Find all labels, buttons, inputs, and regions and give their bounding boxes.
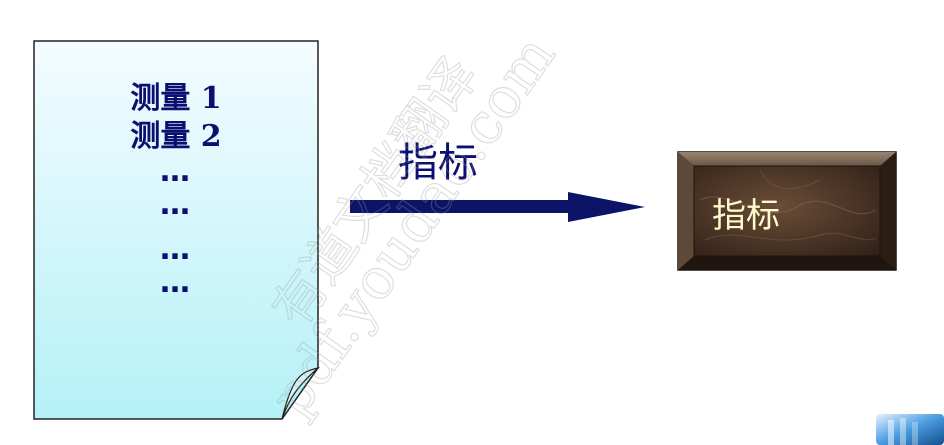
- corner-logo-icon: [876, 414, 944, 445]
- target-box: [677, 151, 897, 271]
- target-label: 指标: [712, 196, 780, 236]
- diagram-canvas: 测量 1 测量 2 … … … … 指标 指标 有道文档翻译 pdf.youda…: [0, 0, 944, 445]
